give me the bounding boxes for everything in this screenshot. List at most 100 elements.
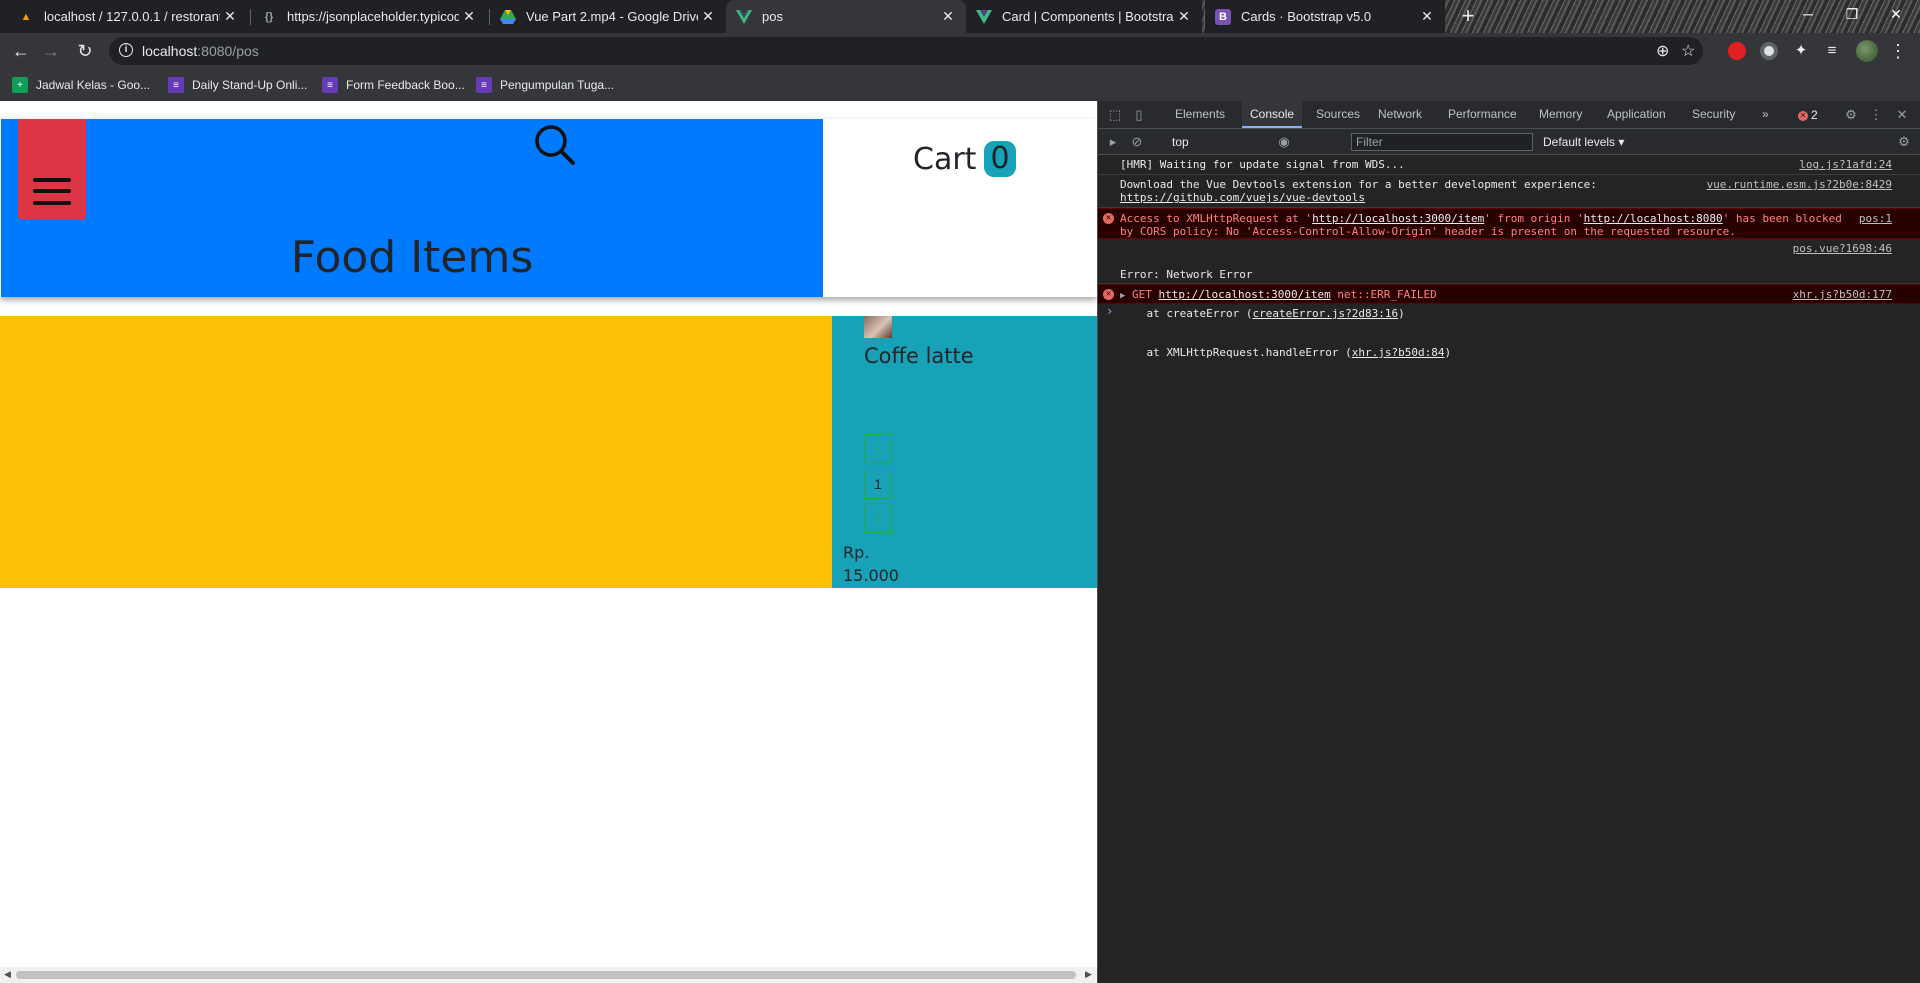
tab-memory[interactable]: Memory [1531, 101, 1590, 128]
error-icon: ✕ [1103, 213, 1114, 224]
devtools-panel: ⬚ ▯ Elements Console Sources Network Per… [1097, 101, 1920, 983]
message-link[interactable]: https://github.com/vuejs/vue-devtools [1120, 191, 1920, 204]
tab-performance[interactable]: Performance [1440, 101, 1525, 128]
settings-gear-icon[interactable]: ⚙ [1843, 107, 1859, 123]
tab-pos[interactable]: pos ✕ [726, 0, 966, 33]
scroll-left-icon[interactable]: ◀ [4, 969, 11, 980]
cart-count-badge: 0 [984, 141, 1016, 177]
error-text: Access to XMLHttpRequest at ' [1120, 212, 1313, 225]
bookmark-item[interactable]: ≡ Daily Stand-Up Onli... [168, 76, 307, 94]
search-icon[interactable] [533, 123, 577, 167]
console-settings-icon[interactable]: ⚙ [1896, 134, 1912, 150]
error-text: ' has been blocked [1722, 212, 1842, 225]
devtools-menu-icon[interactable]: ⋮ [1868, 107, 1884, 123]
console-error: ✕ Access to XMLHttpRequest at 'http://lo… [1098, 208, 1920, 239]
tab-security[interactable]: Security [1684, 101, 1743, 128]
profile-avatar[interactable] [1856, 40, 1878, 62]
request-url-link[interactable]: http://localhost:3000/item [1159, 288, 1331, 301]
bookmark-label: Pengumpulan Tuga... [500, 78, 615, 92]
error-count-badge[interactable]: ✕ 2 [1798, 108, 1818, 122]
inspect-element-icon[interactable]: ⬚ [1107, 107, 1123, 123]
tab-jsonplaceholder[interactable]: {} https://jsonplaceholder.typicode ✕ [251, 0, 487, 33]
source-link[interactable]: xhr.js?b50d:177 [1793, 288, 1892, 301]
expand-triangle-icon[interactable]: ▶ [1120, 291, 1125, 301]
tab-bootstrap[interactable]: B Cards · Bootstrap v5.0 ✕ [1205, 0, 1445, 33]
bookmark-item[interactable]: + Jadwal Kelas - Goo... [12, 76, 150, 94]
close-tab-icon[interactable]: ✕ [1174, 8, 1194, 25]
forward-button[interactable]: → [39, 39, 63, 63]
browser-menu-icon[interactable]: ⋮ [1886, 39, 1910, 63]
close-tab-icon[interactable]: ✕ [459, 8, 479, 25]
back-button[interactable]: ← [9, 39, 33, 63]
close-tab-icon[interactable]: ✕ [1417, 8, 1437, 25]
bookmark-star-icon[interactable]: ☆ [1681, 41, 1695, 61]
tab-console[interactable]: Console [1242, 101, 1303, 128]
tab-bootstrapvue[interactable]: Card | Components | BootstrapV ✕ [966, 0, 1202, 33]
context-value: top [1172, 135, 1189, 149]
bookmark-item[interactable]: ≡ Form Feedback Boo... [322, 76, 465, 94]
site-info-icon[interactable]: i [119, 43, 133, 57]
zoom-icon[interactable]: ⊕ [1656, 41, 1669, 61]
extensions-puzzle-icon[interactable]: ✦ [1789, 39, 1813, 63]
close-tab-icon[interactable]: ✕ [938, 8, 958, 25]
decrease-quantity-button[interactable]: - [864, 434, 892, 464]
device-toolbar-icon[interactable]: ▯ [1131, 107, 1147, 123]
horizontal-scrollbar[interactable]: ◀ ▶ [0, 967, 1097, 983]
increase-quantity-button[interactable]: + [864, 503, 892, 533]
reload-button[interactable]: ↻ [73, 39, 97, 63]
error-icon: ✕ [1798, 110, 1808, 121]
maximize-button[interactable]: ❐ [1830, 0, 1874, 28]
price-prefix: Rp. [843, 543, 870, 562]
error-count: 2 [1811, 108, 1818, 122]
tab-label: pos [762, 9, 783, 24]
bookmark-item[interactable]: ≡ Pengumpulan Tuga... [476, 76, 614, 94]
console-error: ✕ ▶ GET http://localhost:3000/item net::… [1098, 284, 1920, 304]
media-control-icon[interactable]: ≡ [1820, 39, 1844, 63]
cart-item-price: Rp. 15.000 [843, 541, 899, 587]
close-window-button[interactable]: ✕ [1874, 0, 1918, 28]
minimize-button[interactable]: ─ [1786, 0, 1830, 28]
url-host: localhost [142, 43, 198, 59]
tab-application[interactable]: Application [1599, 101, 1674, 128]
extension-circle-icon[interactable] [1760, 42, 1778, 60]
console-output: [HMR] Waiting for update signal from WDS… [1098, 155, 1920, 359]
source-link[interactable]: log.js?1afd:24 [1799, 158, 1892, 171]
clear-console-icon[interactable]: ⊘ [1129, 134, 1145, 150]
source-link[interactable]: vue.runtime.esm.js?2b0e:8429 [1707, 178, 1892, 191]
close-tab-icon[interactable]: ✕ [698, 8, 718, 25]
address-bar[interactable]: i localhost:8080/pos ⊕ ☆ [109, 37, 1703, 65]
close-devtools-icon[interactable]: ✕ [1894, 107, 1910, 123]
error-text: ' from origin ' [1484, 212, 1584, 225]
source-link[interactable]: pos.vue?1698:46 [1793, 242, 1892, 255]
hamburger-menu-button[interactable] [18, 119, 86, 220]
console-filter-input[interactable]: Filter [1351, 133, 1533, 151]
phpmyadmin-icon: ▲ [20, 10, 32, 23]
live-expression-eye-icon[interactable]: ◉ [1276, 134, 1292, 150]
error-origin-link[interactable]: http://localhost:8080 [1584, 212, 1723, 225]
stack-line: at XMLHttpRequest.handleError (xhr.js?b5… [1120, 346, 1920, 359]
tab-google-drive[interactable]: Vue Part 2.mp4 - Google Drive ✕ [490, 0, 726, 33]
scroll-right-icon[interactable]: ▶ [1085, 969, 1092, 980]
console-toolbar: ▸ ⊘ top▼ ◉ Filter Default levels ▾ ⚙ [1098, 129, 1920, 155]
scrollbar-thumb[interactable] [16, 971, 1076, 979]
more-tabs-button[interactable]: » [1754, 101, 1777, 128]
tab-network[interactable]: Network [1370, 101, 1430, 128]
console-prompt[interactable]: › [1106, 304, 1920, 318]
tab-sources[interactable]: Sources [1308, 101, 1368, 128]
tab-label: Vue Part 2.mp4 - Google Drive [526, 9, 698, 24]
extension-adblock-icon[interactable] [1728, 42, 1746, 60]
sidebar-toggle-icon[interactable]: ▸ [1105, 134, 1121, 150]
log-levels-dropdown[interactable]: Default levels ▾ [1543, 133, 1624, 151]
bootstrap-icon: B [1215, 8, 1231, 25]
error-url-link[interactable]: http://localhost:3000/item [1312, 212, 1484, 225]
stack-link[interactable]: xhr.js?b50d:84 [1352, 346, 1445, 359]
devtools-tabbar: ⬚ ▯ Elements Console Sources Network Per… [1098, 101, 1920, 129]
url-text[interactable]: localhost:8080/pos [142, 43, 259, 59]
source-link[interactable]: pos:1 [1859, 212, 1892, 225]
close-tab-icon[interactable]: ✕ [220, 8, 240, 25]
cart-title[interactable]: Cart 0 [913, 141, 1016, 177]
tab-elements[interactable]: Elements [1167, 101, 1233, 128]
bootstrapvue-icon [976, 9, 992, 25]
tab-phpmyadmin[interactable]: ▲ localhost / 127.0.0.1 / restorant / ✕ [8, 0, 248, 33]
new-tab-button[interactable]: + [1455, 4, 1481, 30]
